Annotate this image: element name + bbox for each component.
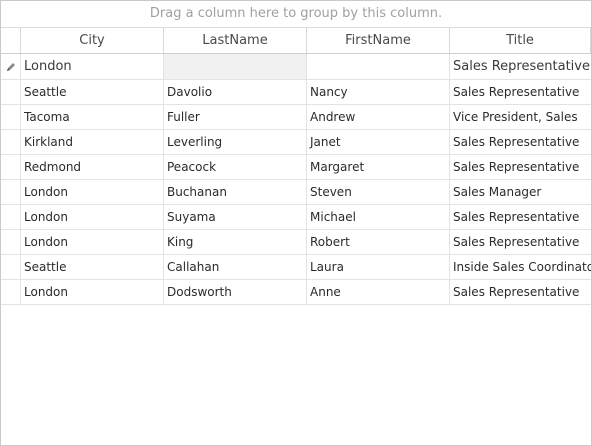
column-header-title[interactable]: Title bbox=[450, 27, 591, 53]
cell-lastname[interactable]: Peacock bbox=[164, 155, 307, 179]
cell-firstname[interactable]: Andrew bbox=[307, 105, 450, 129]
edit-row[interactable]: London Sales Representative bbox=[1, 54, 591, 80]
cell-firstname[interactable]: Laura bbox=[307, 255, 450, 279]
cell-lastname[interactable]: Fuller bbox=[164, 105, 307, 129]
cell-firstname[interactable]: Steven bbox=[307, 180, 450, 204]
table-row[interactable]: Kirkland Leverling Janet Sales Representati… bbox=[1, 130, 591, 155]
cell-title[interactable]: Inside Sales Coordinator bbox=[450, 255, 591, 279]
cell-firstname[interactable]: Anne bbox=[307, 280, 450, 304]
table-row[interactable]: Seattle Callahan Laura Inside Sales Coordin… bbox=[1, 255, 591, 280]
row-indicator-cell[interactable] bbox=[1, 130, 21, 154]
edit-cell-lastname[interactable] bbox=[164, 54, 307, 79]
cell-lastname[interactable]: Leverling bbox=[164, 130, 307, 154]
group-by-panel[interactable]: Drag a column here to group by this colu… bbox=[1, 1, 591, 28]
cell-firstname[interactable]: Margaret bbox=[307, 155, 450, 179]
cell-city[interactable]: Seattle bbox=[21, 255, 164, 279]
table-row[interactable]: London Buchanan Steven Sales Manager bbox=[1, 180, 591, 205]
column-header-city[interactable]: City bbox=[21, 27, 164, 53]
row-indicator-cell[interactable] bbox=[1, 180, 21, 204]
cell-firstname[interactable]: Nancy bbox=[307, 80, 450, 104]
cell-city[interactable]: London bbox=[21, 180, 164, 204]
cell-title[interactable]: Sales Representative bbox=[450, 205, 591, 229]
column-header-row: City LastName FirstName Title bbox=[1, 27, 591, 54]
cell-title[interactable]: Vice President, Sales bbox=[450, 105, 591, 129]
table-row[interactable]: London Dodsworth Anne Sales Representative bbox=[1, 280, 591, 305]
cell-lastname[interactable]: Suyama bbox=[164, 205, 307, 229]
cell-lastname[interactable]: Buchanan bbox=[164, 180, 307, 204]
cell-title[interactable]: Sales Representative bbox=[450, 80, 591, 104]
cell-city[interactable]: Seattle bbox=[21, 80, 164, 104]
row-indicator-cell[interactable] bbox=[1, 230, 21, 254]
edit-cell-city[interactable]: London bbox=[21, 54, 164, 79]
cell-city[interactable]: London bbox=[21, 205, 164, 229]
row-indicator-cell[interactable] bbox=[1, 205, 21, 229]
row-indicator-cell[interactable] bbox=[1, 280, 21, 304]
cell-lastname[interactable]: King bbox=[164, 230, 307, 254]
cell-firstname[interactable]: Michael bbox=[307, 205, 450, 229]
cell-title[interactable]: Sales Representative bbox=[450, 130, 591, 154]
row-indicator-cell[interactable] bbox=[1, 155, 21, 179]
cell-title[interactable]: Sales Representative bbox=[450, 230, 591, 254]
edit-cell-firstname[interactable] bbox=[307, 54, 450, 79]
row-indicator-cell[interactable] bbox=[1, 255, 21, 279]
row-indicator-cell[interactable] bbox=[1, 105, 21, 129]
header-indicator-cell bbox=[1, 27, 21, 53]
column-header-firstname[interactable]: FirstName bbox=[307, 27, 450, 53]
cell-city[interactable]: London bbox=[21, 280, 164, 304]
data-grid: Drag a column here to group by this colu… bbox=[0, 0, 592, 446]
cell-city[interactable]: Kirkland bbox=[21, 130, 164, 154]
table-row[interactable]: London King Robert Sales Representative bbox=[1, 230, 591, 255]
cell-city[interactable]: London bbox=[21, 230, 164, 254]
cell-lastname[interactable]: Davolio bbox=[164, 80, 307, 104]
cell-title[interactable]: Sales Representative bbox=[450, 280, 591, 304]
cell-title[interactable]: Sales Representative bbox=[450, 155, 591, 179]
table-row[interactable]: Redmond Peacock Margaret Sales Representati… bbox=[1, 155, 591, 180]
cell-city[interactable]: Tacoma bbox=[21, 105, 164, 129]
cell-firstname[interactable]: Janet bbox=[307, 130, 450, 154]
table-row[interactable]: Tacoma Fuller Andrew Vice President, Sales bbox=[1, 105, 591, 130]
table-row[interactable]: Seattle Davolio Nancy Sales Representative bbox=[1, 80, 591, 105]
cell-lastname[interactable]: Callahan bbox=[164, 255, 307, 279]
cell-title[interactable]: Sales Manager bbox=[450, 180, 591, 204]
cell-firstname[interactable]: Robert bbox=[307, 230, 450, 254]
edit-cell-title[interactable]: Sales Representative bbox=[450, 54, 591, 79]
table-row[interactable]: London Suyama Michael Sales Representative bbox=[1, 205, 591, 230]
cell-city[interactable]: Redmond bbox=[21, 155, 164, 179]
row-indicator-cell[interactable] bbox=[1, 80, 21, 104]
column-header-lastname[interactable]: LastName bbox=[164, 27, 307, 53]
cell-lastname[interactable]: Dodsworth bbox=[164, 280, 307, 304]
edit-pencil-icon bbox=[1, 54, 21, 79]
